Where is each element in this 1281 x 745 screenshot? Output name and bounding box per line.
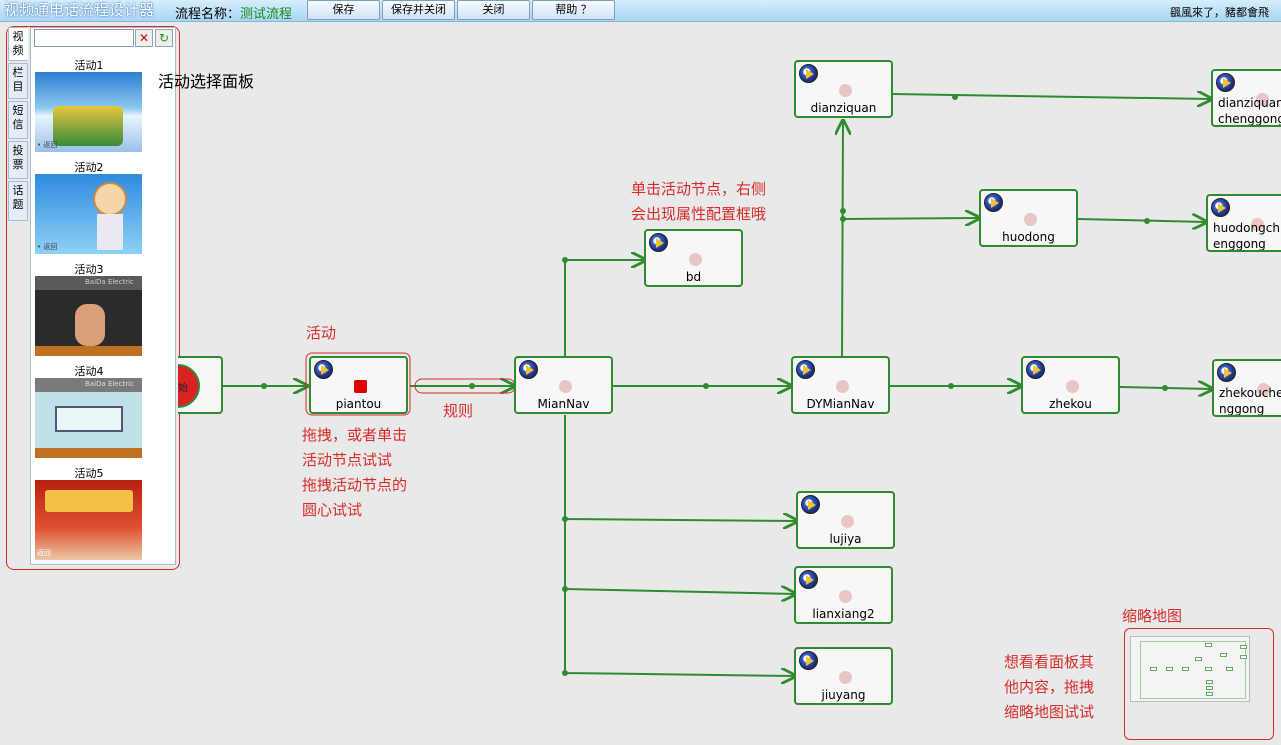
video-play-icon [799,651,818,670]
edge-midpoint-handle[interactable] [261,383,267,389]
edge-midpoint-handle[interactable] [562,586,568,592]
minimap-node [1240,645,1247,649]
edge-midpoint-handle[interactable] [562,516,568,522]
activity-node-huodong[interactable]: huodong [979,189,1078,247]
activity-node-lujiya[interactable]: lujiya [796,491,895,549]
node-anchor-dot[interactable] [1066,380,1079,393]
node-label: piantou [335,397,382,411]
start-node-label: 始 [178,383,188,394]
video-play-icon [314,360,333,379]
drag-hint-line-4: 圆心试试 [302,501,363,519]
video-play-icon [799,64,818,83]
activity-node-dianziquanchenggong[interactable]: dianziquanchenggong [1211,69,1281,127]
minimap-node [1195,657,1202,661]
minimap-node [1205,643,1212,647]
activity-node-bd[interactable]: bd [644,229,743,287]
minimap-node [1206,692,1213,696]
edge-dymiannav-huodong[interactable] [841,218,979,219]
video-play-icon [1217,363,1236,382]
node-label: jiuyang [821,688,866,702]
node-anchor-dot[interactable] [689,253,702,266]
edge-midpoint-handle[interactable] [703,383,709,389]
drag-hint-line-3: 拖拽活动节点的 [302,476,408,494]
node-label: lianxiang2 [812,607,875,621]
activity-node-lianxiang2[interactable]: lianxiang2 [794,566,893,624]
drag-hint-line-1: 拖拽，或者单击 [302,426,408,444]
minimap-hint-line-1: 想看看面板其 [1004,653,1095,671]
minimap-hint-line-3: 缩略地图试试 [1004,703,1095,721]
click-hint-line-2: 会出现属性配置框哦 [631,205,767,223]
activity-node-dymiannav[interactable]: DYMianNav [791,356,890,414]
video-play-icon [796,360,815,379]
edge-midpoint-handle[interactable] [840,216,846,222]
edge-midpoint-handle[interactable] [948,383,954,389]
drag-hint-line-2: 活动节点试试 [302,451,393,469]
click-hint-line-1: 单击活动节点，右侧 [631,180,767,198]
node-anchor-dot[interactable] [1024,213,1037,226]
minimap-node [1220,653,1227,657]
activity-annotation: 活动 [306,324,337,342]
edge-midpoint-handle[interactable] [469,383,475,389]
activity-node-zhekouchenggong[interactable]: zhekouchenggong [1212,359,1281,417]
activity-node-dianziquan[interactable]: dianziquan [794,60,893,118]
edge-midpoint-handle[interactable] [952,94,958,100]
node-label: dianziquanchenggong [1218,96,1281,126]
edge-midpoint-handle[interactable] [840,208,846,214]
video-play-icon [984,193,1003,212]
video-play-icon [799,570,818,589]
edge-miannav-lianxiang2[interactable] [564,589,795,594]
node-label: huodongchenggong [1213,221,1280,251]
node-anchor-dot[interactable] [836,380,849,393]
minimap-title-annotation: 缩略地图 [1122,607,1183,625]
node-anchor-dot[interactable] [839,84,852,97]
minimap-node [1240,655,1247,659]
video-play-icon [1026,360,1045,379]
node-label: huodong [1002,230,1055,244]
node-anchor-dot[interactable] [839,590,852,603]
node-label: DYMianNav [806,397,875,411]
minimap-node [1206,680,1213,684]
node-anchor-dot[interactable] [841,515,854,528]
activity-node-piantou[interactable]: piantou [309,356,408,414]
node-label: zhekou [1049,397,1092,411]
node-label: dianziquan [810,101,877,115]
activity-node-huodongchenggong[interactable]: huodongchenggong [1206,194,1281,252]
minimap-node [1206,686,1213,690]
node-label: lujiya [829,532,862,546]
minimap-node [1205,667,1212,671]
activity-node-zhekou[interactable]: zhekou [1021,356,1120,414]
edge-huodong-success[interactable] [1077,219,1206,222]
rule-annotation: 规则 [443,402,474,420]
edge-miannav-lujiya[interactable] [564,415,797,521]
node-anchor-dot[interactable] [559,380,572,393]
edge-dianziquan-success[interactable] [891,94,1211,99]
node-label: MianNav [537,397,590,411]
activity-node-jiuyang[interactable]: jiuyang [794,647,893,705]
node-label: bd [685,270,702,284]
node-anchor-dot[interactable] [839,671,852,684]
video-play-icon [519,360,538,379]
edge-miannav-jiuyang[interactable] [564,519,795,676]
edge-midpoint-handle[interactable] [1144,218,1150,224]
video-play-icon [1216,73,1235,92]
edge-dymiannav-dianziquan[interactable] [842,121,843,357]
video-play-icon [649,233,668,252]
minimap-hint-line-2: 他内容，拖拽 [1004,678,1095,696]
start-node[interactable]: 始 [178,356,223,414]
minimap-node [1150,667,1157,671]
node-label: zhekouchenggong [1219,386,1281,416]
minimap-node [1182,667,1189,671]
node-anchor-dot[interactable] [354,380,367,393]
video-play-icon [801,495,820,514]
edge-miannav-bd[interactable] [564,260,645,356]
edge-midpoint-handle[interactable] [1162,385,1168,391]
edge-midpoint-handle[interactable] [562,257,568,263]
video-play-icon [1211,198,1230,217]
minimap-node [1226,667,1233,671]
activity-node-miannav[interactable]: MianNav [514,356,613,414]
edge-midpoint-handle[interactable] [562,670,568,676]
minimap-node [1166,667,1173,671]
